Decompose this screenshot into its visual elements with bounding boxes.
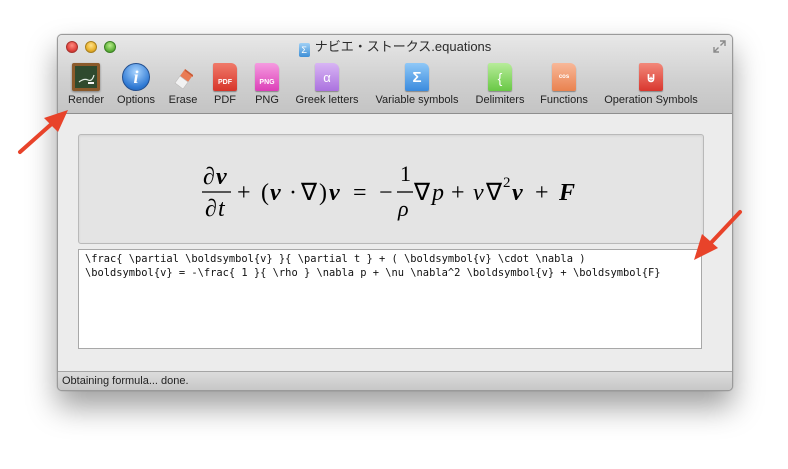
formula-v-3: v [329,180,340,206]
formula-close-paren: ) [319,180,327,206]
formula-p: p [430,180,444,206]
formula-cdot: · [289,180,297,206]
functions-button[interactable]: cos Functions [534,61,594,111]
delimiters-icon: { [488,63,512,91]
greek-letters-label: Greek letters [295,94,359,106]
erase-button[interactable]: Erase [162,61,204,111]
formula-nabla-1: ∇ [300,180,318,206]
rendered-formula: ∂ v ∂ t + ( v · ∇ ) v = − 1 ρ ∇ p + ν ∇ … [202,161,575,222]
functions-icon: cos [552,63,576,91]
source-line-1: \frac{ \partial \boldsymbol{v} }{ \parti… [85,253,586,265]
equations-document-icon: Σ [298,43,310,57]
pdf-document-icon: PDF [213,63,237,91]
formula-force: F [558,180,575,206]
png-button[interactable]: PNG PNG [248,61,286,111]
latex-source-editor[interactable]: \frac{ \partial \boldsymbol{v} }{ \parti… [78,249,702,349]
functions-label: Functions [540,94,588,106]
greek-letters-button[interactable]: α Greek letters [290,61,364,111]
unified-titlebar-toolbar: Σ ナビエ・ストークス.equations Render i Options E… [58,35,732,114]
formula-plus-3: + [535,180,549,206]
formula-v-1: v [216,164,227,190]
options-label: Options [117,94,155,106]
operation-symbols-label: Operation Symbols [604,94,698,106]
pdf-button[interactable]: PDF PDF [206,61,244,111]
formula-v-4: v [512,180,523,206]
app-window: Σ ナビエ・ストークス.equations Render i Options E… [57,34,733,391]
formula-plus-1: + [237,180,251,206]
formula-plus-2: + [451,180,465,206]
status-text: Obtaining formula... done. [62,375,189,387]
formula-one: 1 [400,161,411,186]
fullscreen-icon[interactable] [713,40,726,53]
options-button[interactable]: i Options [112,61,160,111]
variable-symbols-button[interactable]: Σ Variable symbols [368,61,466,111]
variable-symbols-label: Variable symbols [375,94,459,106]
png-label: PNG [255,94,279,106]
chalk-stroke-icon [78,74,95,84]
formula-partial-1: ∂ [203,164,215,190]
formula-v-2: v [270,180,281,206]
greek-letters-icon: α [315,63,339,91]
info-icon: i [122,63,150,91]
formula-nabla-2: ∇ [413,180,431,206]
formula-nabla-3: ∇ [485,180,503,206]
status-bar: Obtaining formula... done. [58,371,732,390]
operation-symbols-button[interactable]: ⊎ Operation Symbols [596,61,706,111]
delimiters-button[interactable]: { Delimiters [468,61,532,111]
formula-rho: ρ [397,196,409,221]
operation-symbols-icon: ⊎ [639,63,663,91]
render-label: Render [67,94,105,106]
formula-preview-panel: ∂ v ∂ t + ( v · ∇ ) v = − 1 ρ ∇ p + ν ∇ … [78,134,704,244]
source-line-2: \boldsymbol{v} = -\frac{ 1 }{ \rho } \na… [85,267,661,279]
window-title-text: ナビエ・ストークス.equations [314,39,492,54]
window-title: Σ ナビエ・ストークス.equations [58,39,732,57]
formula-nu: ν [473,180,484,206]
eraser-icon [171,63,195,91]
annotation-arrow-editor [694,210,742,260]
variable-symbols-icon: Σ [405,63,429,91]
png-document-icon: PNG [255,63,279,91]
delimiters-label: Delimiters [475,94,525,106]
formula-t: t [218,196,226,222]
formula-open-paren: ( [261,180,269,206]
pdf-label: PDF [214,94,236,106]
render-button[interactable]: Render [60,61,112,111]
formula-partial-2: ∂ [205,196,217,222]
annotation-arrow-render [18,110,68,154]
erase-label: Erase [168,94,198,106]
formula-superscript-two: 2 [503,175,511,191]
chalkboard-icon [72,63,100,91]
formula-equals: = [353,180,367,206]
formula-minus: − [379,180,393,206]
